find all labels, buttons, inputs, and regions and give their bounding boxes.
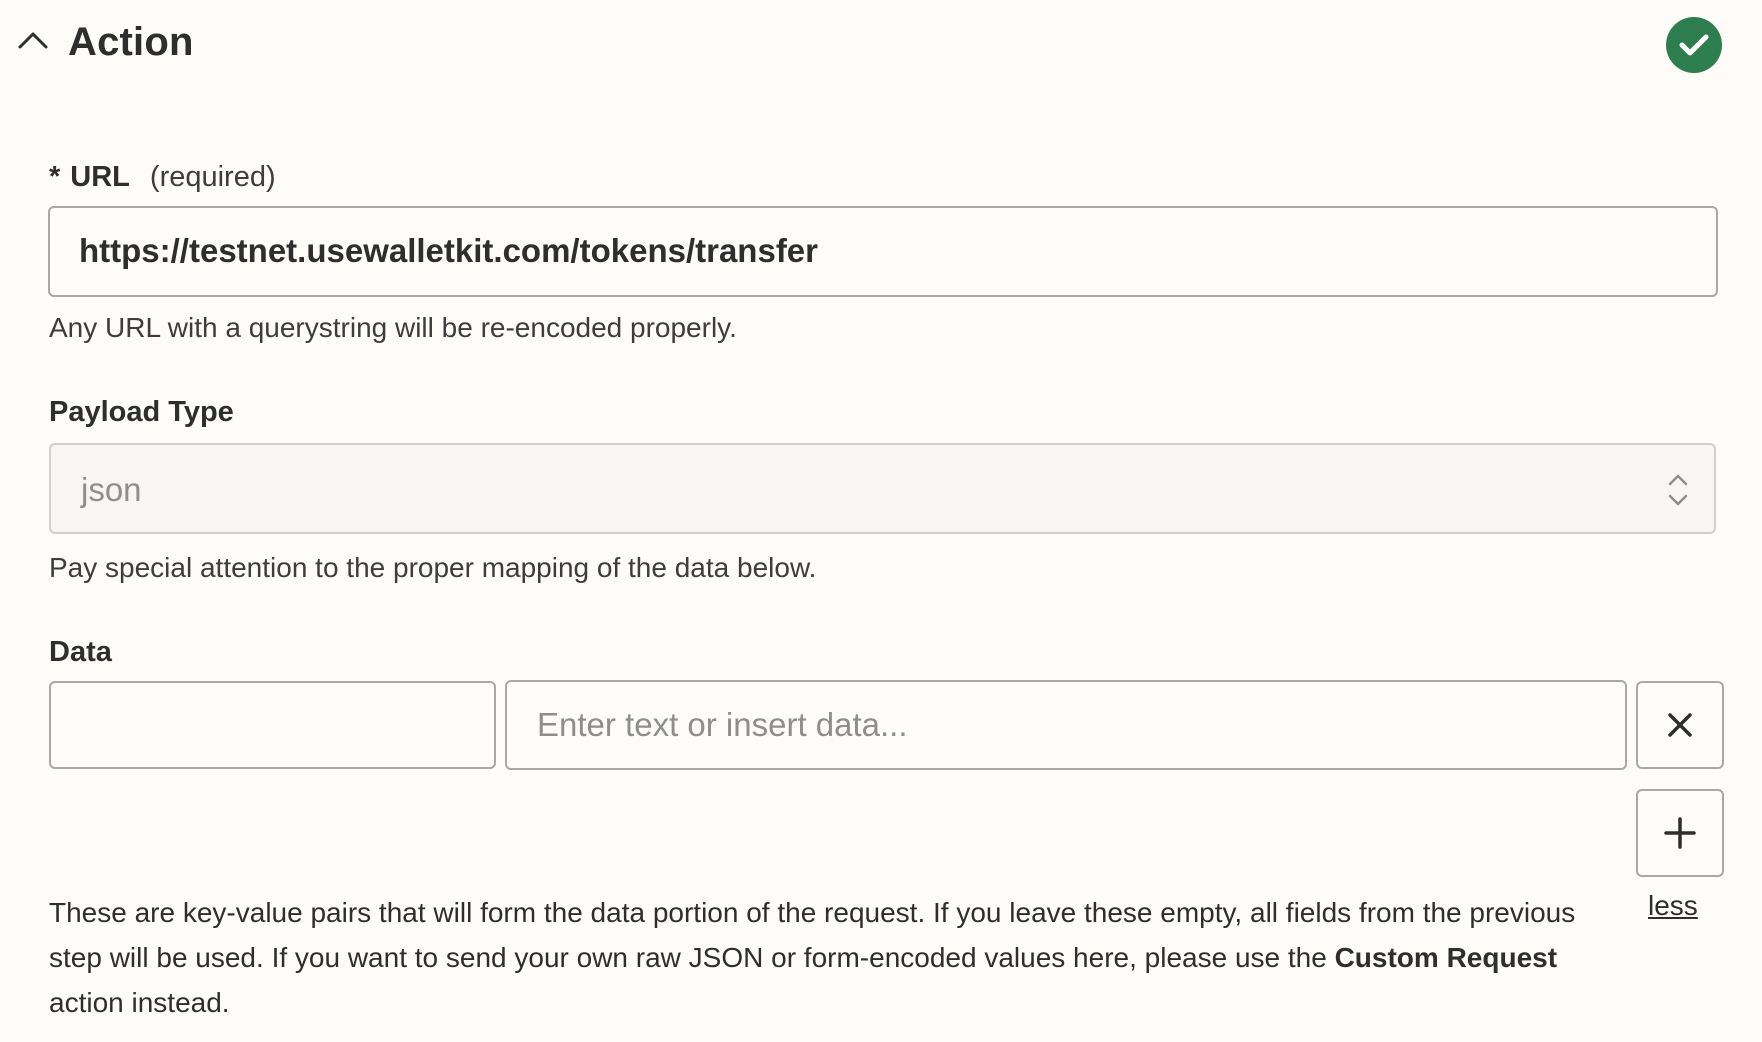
url-input[interactable]: https://testnet.usewalletkit.com/tokens/… bbox=[48, 206, 1718, 297]
url-value: https://testnet.usewalletkit.com/tokens/… bbox=[79, 232, 819, 269]
plus-icon bbox=[1664, 817, 1696, 849]
url-help-text: Any URL with a querystring will be re-en… bbox=[49, 312, 737, 343]
data-key-input[interactable] bbox=[49, 681, 496, 769]
data-label: Data bbox=[49, 636, 112, 668]
chevron-up-icon[interactable] bbox=[17, 30, 49, 50]
url-label: * URL (required) bbox=[49, 161, 276, 194]
description-text-2: action instead. bbox=[49, 987, 230, 1018]
payload-help-text: Pay special attention to the proper mapp… bbox=[49, 552, 817, 583]
payload-type-select[interactable]: json bbox=[49, 443, 1716, 534]
add-pair-button[interactable] bbox=[1636, 789, 1724, 877]
custom-request-text: Custom Request bbox=[1334, 942, 1558, 973]
remove-pair-button[interactable] bbox=[1636, 681, 1724, 769]
check-circle-icon bbox=[1666, 17, 1722, 73]
less-link[interactable]: less bbox=[1648, 890, 1698, 922]
data-value-placeholder: Enter text or insert data... bbox=[537, 706, 908, 743]
chevron-up-down-icon bbox=[1668, 474, 1688, 506]
required-marker: * bbox=[49, 161, 61, 193]
payload-type-label: Payload Type bbox=[49, 396, 234, 428]
section-title: Action bbox=[68, 20, 194, 64]
data-value-input[interactable]: Enter text or insert data... bbox=[505, 680, 1627, 770]
close-icon bbox=[1668, 713, 1692, 737]
data-description: These are key-value pairs that will form… bbox=[49, 890, 1609, 1025]
action-section-header[interactable]: Action bbox=[0, 0, 1762, 90]
payload-type-value: json bbox=[81, 471, 142, 508]
url-label-text: URL bbox=[70, 161, 130, 193]
required-note: (required) bbox=[149, 161, 276, 193]
